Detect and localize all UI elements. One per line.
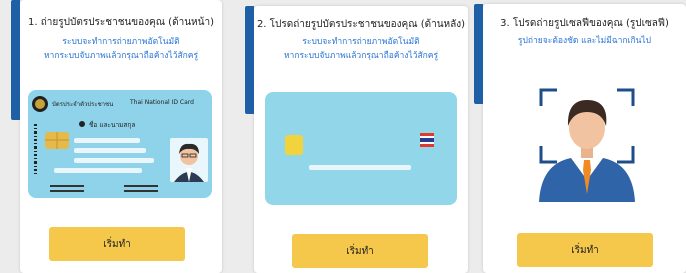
id-card-name-label: ชื่อ และนามสกุล bbox=[89, 121, 136, 129]
id-card-back-illustration bbox=[265, 92, 457, 205]
start-button[interactable]: เริ่มทำ bbox=[517, 233, 653, 267]
selfie-illustration bbox=[539, 88, 635, 202]
start-button[interactable]: เริ่มทำ bbox=[49, 227, 185, 261]
panel-accent-bar bbox=[474, 4, 483, 104]
step-subtitle: หากระบบจับภาพแล้วกรุณาถือค้างไว้สักครู่ bbox=[43, 51, 199, 61]
step-title: 1. ถ่ายรูปบัตรประชาชนของคุณ (ด้านหน้า) bbox=[28, 17, 214, 28]
step-title: 3. โปรดถ่ายรูปเซลฟีของคุณ (รูปเซลฟี) bbox=[500, 18, 669, 29]
id-card-back-art bbox=[285, 133, 434, 170]
panel-accent-bar bbox=[245, 6, 254, 114]
step-subtitle: รูปถ่ายจะต้องชัด และไม่มีฉากเกินไป bbox=[517, 36, 652, 46]
id-card-header-th: บัตรประจำตัวประชาชน bbox=[52, 101, 114, 108]
step-subtitle: หากระบบจับภาพแล้วกรุณาถือค้างไว้สักครู่ bbox=[283, 51, 439, 61]
step-panel-back: 2. โปรดถ่ายรูปบัตรประชาชนของคุณ (ด้านหลั… bbox=[245, 6, 468, 273]
step-panel-front: 1. ถ่ายรูปบัตรประชาชนของคุณ (ด้านหน้า) ร… bbox=[11, 0, 222, 273]
step-panel-selfie: 3. โปรดถ่ายรูปเซลฟีของคุณ (รูปเซลฟี) รูป… bbox=[474, 4, 686, 273]
start-button[interactable]: เริ่มทำ bbox=[292, 234, 428, 268]
step-subtitle: ระบบจะทำการถ่ายภาพอัตโนมัติ bbox=[302, 37, 420, 47]
id-card-header-en: Thai National ID Card bbox=[130, 99, 194, 106]
id-card-front-illustration: บัตรประจำตัวประชาชน Thai National ID Car… bbox=[28, 90, 212, 198]
panel-accent-bar bbox=[11, 0, 20, 120]
step-subtitle: ระบบจะทำการถ่ายภาพอัตโนมัติ bbox=[62, 37, 180, 47]
step-title: 2. โปรดถ่ายรูปบัตรประชาชนของคุณ (ด้านหลั… bbox=[256, 19, 466, 30]
